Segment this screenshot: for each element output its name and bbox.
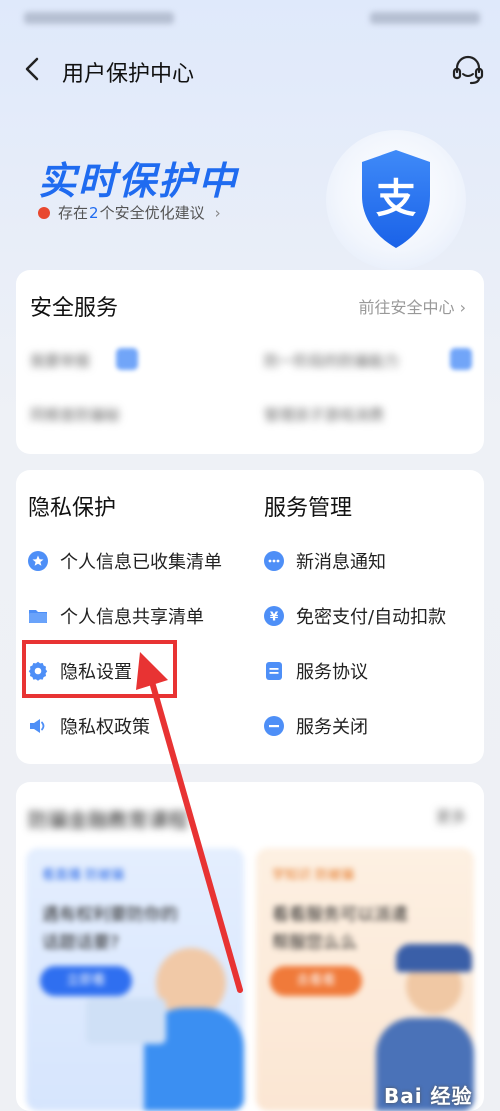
chat-bubble-icon <box>264 551 284 571</box>
shield-badge: 支 <box>326 130 466 270</box>
service-management-title: 服务管理 <box>264 496 353 521</box>
minus-circle-icon <box>264 716 284 736</box>
blurred-service-item[interactable]: 我要举报 <box>30 350 90 371</box>
speaker-icon <box>30 719 45 733</box>
folder-icon <box>29 610 47 623</box>
service-close-item[interactable]: 服务关闭 <box>264 713 368 739</box>
promo-title: 防骗金融教育课程 <box>28 808 188 832</box>
alert-dot-icon <box>38 206 50 219</box>
document-icon <box>266 662 282 680</box>
svg-text:支: 支 <box>376 176 416 222</box>
message-notification-item[interactable]: 新消息通知 <box>264 548 386 574</box>
alipay-shield-icon: 支 <box>362 150 430 248</box>
service-agreement-item[interactable]: 服务协议 <box>264 658 368 684</box>
baidu-jingyan-watermark: Bai 经验 <box>384 1084 473 1108</box>
blurred-badge <box>450 348 472 370</box>
blurred-service-item[interactable]: 管理孩子游戏消费 <box>264 404 384 425</box>
privacy-service-card: 隐私保护 服务管理 个人信息已收集清单 个人信息共享清单 隐私设置 隐私权政策 … <box>16 470 484 764</box>
star-circle-icon <box>28 551 48 571</box>
security-suggestion-link[interactable]: 存在 2 个安全优化建议 › <box>38 202 221 223</box>
back-arrow-icon[interactable] <box>18 54 48 84</box>
promo-more-link[interactable]: 更多 <box>436 806 466 827</box>
fraud-education-card: 防骗金融教育课程 更多 看直播 防被骗 遇有权利要防你的 话题话要? 立即看 学… <box>16 782 484 1111</box>
privacy-protection-title: 隐私保护 <box>28 496 117 521</box>
chevron-right-icon: › <box>214 203 221 222</box>
status-bar <box>0 0 500 36</box>
blurred-service-item[interactable]: 防一阶段的防骗能力 <box>264 350 399 371</box>
tutorial-highlight-box <box>22 640 177 698</box>
yen-circle-icon: ¥ <box>264 606 284 626</box>
collected-info-list-item[interactable]: 个人信息已收集清单 <box>28 548 222 574</box>
privacy-policy-item[interactable]: 隐私权政策 <box>28 713 150 739</box>
suggestion-count: 2 <box>89 203 99 222</box>
blurred-badge <box>116 348 138 370</box>
protection-status-title: 实时保护中 <box>38 159 239 203</box>
chevron-right-icon: › <box>459 298 466 317</box>
nav-bar: 用户保护中心 <box>0 40 500 100</box>
shared-info-list-item[interactable]: 个人信息共享清单 <box>28 603 204 629</box>
customer-service-icon[interactable] <box>450 52 486 88</box>
security-service-title: 安全服务 <box>30 296 119 321</box>
password-free-payment-item[interactable]: ¥ 免密支付/自动扣款 <box>264 603 446 629</box>
security-service-card: 安全服务 前往安全中心 › 我要举报 防一阶段的防骗能力 同根查防骗秘 管理孩子… <box>16 270 484 454</box>
page-title: 用户保护中心 <box>62 62 195 87</box>
promo-right-banner[interactable]: 学知识 防被骗 看看服务可以派遣 帮服您么么 去看看 <box>256 848 474 1111</box>
svg-text:¥: ¥ <box>270 610 279 624</box>
promo-left-banner[interactable]: 看直播 防被骗 遇有权利要防你的 话题话要? 立即看 <box>26 848 244 1111</box>
security-center-link[interactable]: 前往安全中心 › <box>358 294 466 318</box>
blurred-service-item[interactable]: 同根查防骗秘 <box>30 404 120 425</box>
